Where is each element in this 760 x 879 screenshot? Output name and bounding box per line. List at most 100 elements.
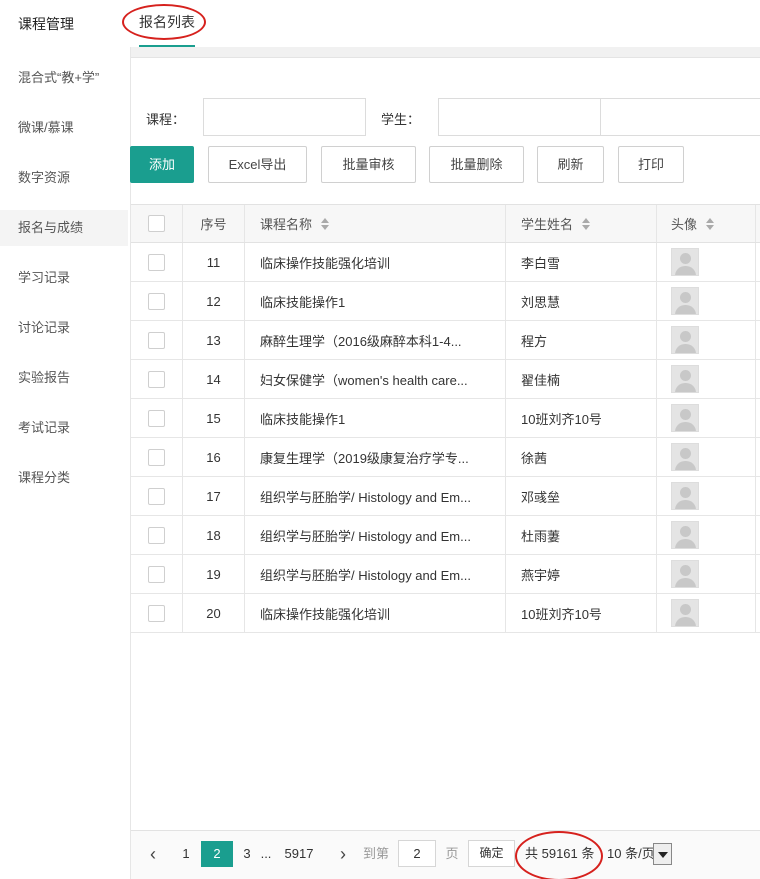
add-button[interactable]: 添加 (130, 146, 194, 183)
row-course: 临床操作技能强化培训 (244, 594, 505, 632)
row-checkbox[interactable] (148, 292, 165, 310)
refresh-button[interactable]: 刷新 (537, 146, 604, 183)
avatar-icon (671, 599, 699, 627)
row-checkbox[interactable] (148, 526, 165, 544)
avatar-icon (671, 404, 699, 432)
row-course: 康复生理学（2019级康复治疗学专... (244, 438, 505, 476)
table-row: 13 麻醉生理学（2016级麻醉本科1-4... 程方 (131, 321, 760, 360)
course-filter-input[interactable] (203, 98, 366, 136)
avatar-icon (671, 482, 699, 510)
sort-icon[interactable] (706, 217, 715, 230)
chevron-down-icon[interactable] (653, 843, 672, 865)
row-course: 组织学与胚胎学/ Histology and Em... (244, 555, 505, 593)
row-checkbox[interactable] (148, 253, 165, 271)
row-student: 10班刘齐10号 (505, 594, 656, 632)
column-header-student[interactable]: 学生姓名 (505, 205, 656, 242)
print-button[interactable]: 打印 (618, 146, 684, 183)
table-row: 16 康复生理学（2019级康复治疗学专... 徐茜 (131, 438, 760, 477)
column-header-avatar-label: 头像 (671, 217, 698, 232)
row-checkbox[interactable] (148, 331, 165, 349)
sidebar-item-learning-records[interactable]: 学习记录 (0, 260, 128, 296)
prev-page-icon[interactable]: ‹ (143, 841, 163, 867)
page-size-select[interactable]: 10 条/页 (607, 843, 655, 865)
sidebar-item-enrollment-grades[interactable]: 报名与成绩 (0, 210, 128, 246)
row-checkbox[interactable] (148, 565, 165, 583)
page-link-3[interactable]: 3 (237, 841, 257, 867)
column-header-course[interactable]: 课程名称 (244, 205, 505, 242)
row-student: 10班刘齐10号 (505, 399, 656, 437)
avatar-icon (671, 248, 699, 276)
column-header-no: 序号 (182, 205, 244, 242)
row-no: 19 (182, 555, 244, 593)
sidebar-item-micro-course[interactable]: 微课/慕课 (0, 110, 128, 146)
row-no: 20 (182, 594, 244, 632)
table-row: 11 临床操作技能强化培训 李白雪 (131, 243, 760, 282)
sidebar-item-discussion-records[interactable]: 讨论记录 (0, 310, 128, 346)
batch-review-button[interactable]: 批量审核 (321, 146, 416, 183)
column-header-course-label: 课程名称 (260, 217, 313, 232)
total-count: 共 59161 条 (525, 846, 595, 861)
row-checkbox[interactable] (148, 448, 165, 466)
select-all-checkbox[interactable] (148, 215, 165, 232)
sort-icon[interactable] (321, 217, 330, 230)
row-course: 组织学与胚胎学/ Histology and Em... (244, 477, 505, 515)
row-no: 17 (182, 477, 244, 515)
row-course: 麻醉生理学（2016级麻醉本科1-4... (244, 321, 505, 359)
row-no: 18 (182, 516, 244, 554)
main-content: 课程： 学生： 添加 Excel导出 批量审核 批量删除 刷新 打印 序号 课程… (130, 47, 760, 879)
table-row: 18 组织学与胚胎学/ Histology and Em... 杜雨萋 (131, 516, 760, 555)
row-student: 刘思慧 (505, 282, 656, 320)
row-course: 组织学与胚胎学/ Histology and Em... (244, 516, 505, 554)
avatar-icon (671, 560, 699, 588)
page-ellipsis: ... (260, 846, 272, 861)
goto-confirm-button[interactable]: 确定 (468, 840, 515, 867)
page-link-current[interactable]: 2 (201, 841, 233, 867)
sort-icon[interactable] (582, 217, 591, 230)
row-student: 燕宇婷 (505, 555, 656, 593)
sidebar-item-course-category[interactable]: 课程分类 (0, 460, 128, 496)
table-row: 15 临床技能操作1 10班刘齐10号 (131, 399, 760, 438)
row-checkbox[interactable] (148, 604, 165, 622)
sidebar-item-blended[interactable]: 混合式“教+学” (0, 60, 128, 96)
sidebar-item-digital-resources[interactable]: 数字资源 (0, 160, 128, 196)
row-student: 徐茜 (505, 438, 656, 476)
sidebar-menu: 混合式“教+学” 微课/慕课 数字资源 报名与成绩 学习记录 讨论记录 实验报告… (0, 60, 128, 510)
sidebar-item-exam-records[interactable]: 考试记录 (0, 410, 128, 446)
table-header: 序号 课程名称 学生姓名 头像 (131, 204, 760, 243)
table-row: 14 妇女保健学（women's health care... 翟佳楠 (131, 360, 760, 399)
avatar-icon (671, 443, 699, 471)
row-checkbox[interactable] (148, 370, 165, 388)
avatar-icon (671, 365, 699, 393)
tab-enrollment-list[interactable]: 报名列表 (139, 12, 195, 47)
avatar-icon (671, 521, 699, 549)
row-student: 杜雨萋 (505, 516, 656, 554)
page-link-1[interactable]: 1 (176, 841, 196, 867)
page-unit-label: 页 (445, 846, 459, 861)
batch-delete-button[interactable]: 批量删除 (429, 146, 524, 183)
filter-input-extra[interactable] (600, 98, 760, 136)
pagination: ‹ 1 2 3 ... 5917 › 到第 2 页 确定 共 59161 条 1… (131, 830, 760, 879)
column-header-avatar[interactable]: 头像 (656, 205, 756, 242)
student-filter-input[interactable] (438, 98, 601, 136)
table-row: 20 临床操作技能强化培训 10班刘齐10号 (131, 594, 760, 633)
page-link-last[interactable]: 5917 (280, 841, 318, 867)
row-course: 临床技能操作1 (244, 399, 505, 437)
table-row: 19 组织学与胚胎学/ Histology and Em... 燕宇婷 (131, 555, 760, 594)
next-page-icon[interactable]: › (333, 841, 353, 867)
course-filter-label: 课程： (146, 112, 186, 127)
row-checkbox[interactable] (148, 487, 165, 505)
row-no: 12 (182, 282, 244, 320)
avatar-icon (671, 287, 699, 315)
row-student: 邓彧垒 (505, 477, 656, 515)
row-student: 翟佳楠 (505, 360, 656, 398)
row-no: 14 (182, 360, 244, 398)
row-no: 16 (182, 438, 244, 476)
goto-label: 到第 (362, 846, 389, 861)
goto-page-input[interactable]: 2 (398, 840, 436, 867)
excel-export-button[interactable]: Excel导出 (208, 146, 307, 183)
student-filter-label: 学生： (381, 112, 421, 127)
row-student: 李白雪 (505, 243, 656, 281)
column-header-student-label: 学生姓名 (521, 217, 574, 232)
sidebar-item-lab-reports[interactable]: 实验报告 (0, 360, 128, 396)
row-checkbox[interactable] (148, 409, 165, 427)
